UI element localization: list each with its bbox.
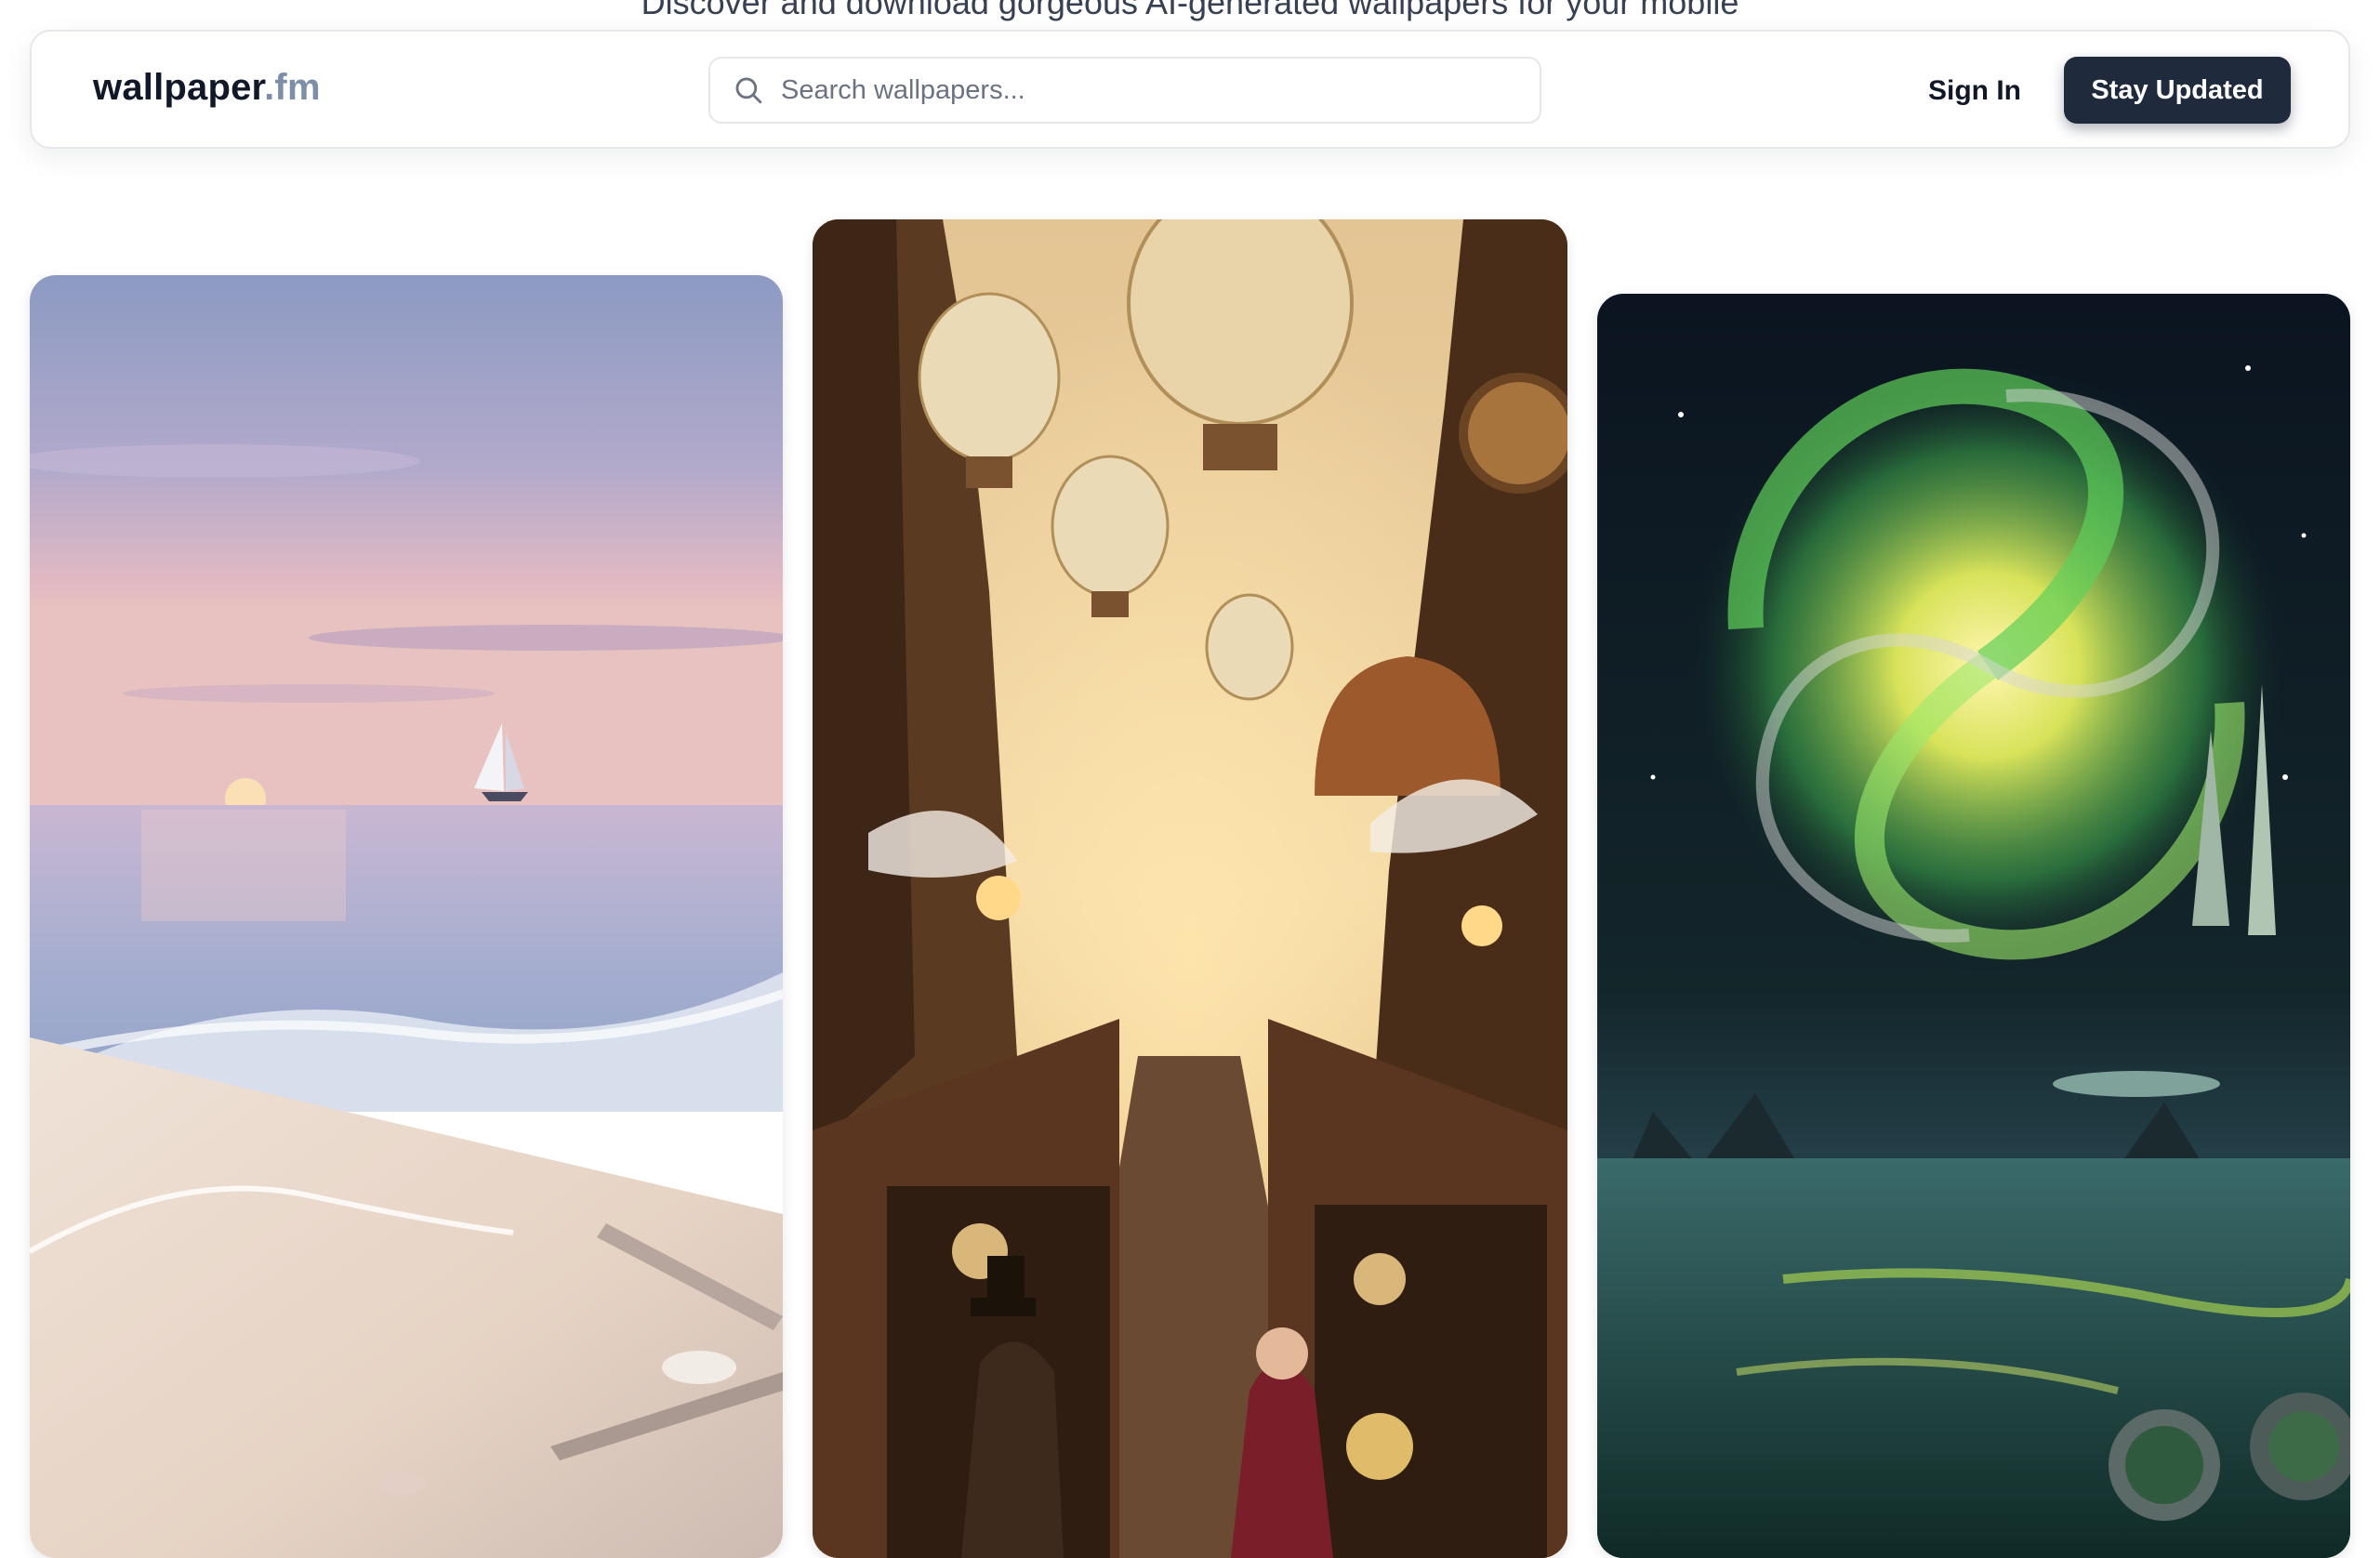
wallpaper-card-steampunk[interactable] xyxy=(813,219,1567,1558)
wallpaper-image-galaxy xyxy=(1597,294,2350,1558)
tagline: Discover and download gorgeous AI-genera… xyxy=(641,0,1739,21)
wallpaper-image-steampunk xyxy=(813,219,1567,1558)
wallpaper-card-beach[interactable] xyxy=(30,275,783,1558)
top-navbar: wallpaper.fm Sign In Stay Updated xyxy=(30,30,2350,149)
wallpaper-image-beach xyxy=(30,275,783,1558)
logo-name: wallpaper xyxy=(93,67,265,108)
search-box[interactable] xyxy=(708,57,1541,124)
stay-updated-button[interactable]: Stay Updated xyxy=(2064,57,2291,124)
logo-tld: .fm xyxy=(264,67,321,108)
search-input[interactable] xyxy=(781,74,1488,106)
sign-in-button[interactable]: Sign In xyxy=(1928,71,2021,112)
search-icon xyxy=(733,74,764,106)
wallpaper-card-galaxy[interactable] xyxy=(1597,294,2350,1558)
site-logo[interactable]: wallpaper.fm xyxy=(93,67,321,109)
